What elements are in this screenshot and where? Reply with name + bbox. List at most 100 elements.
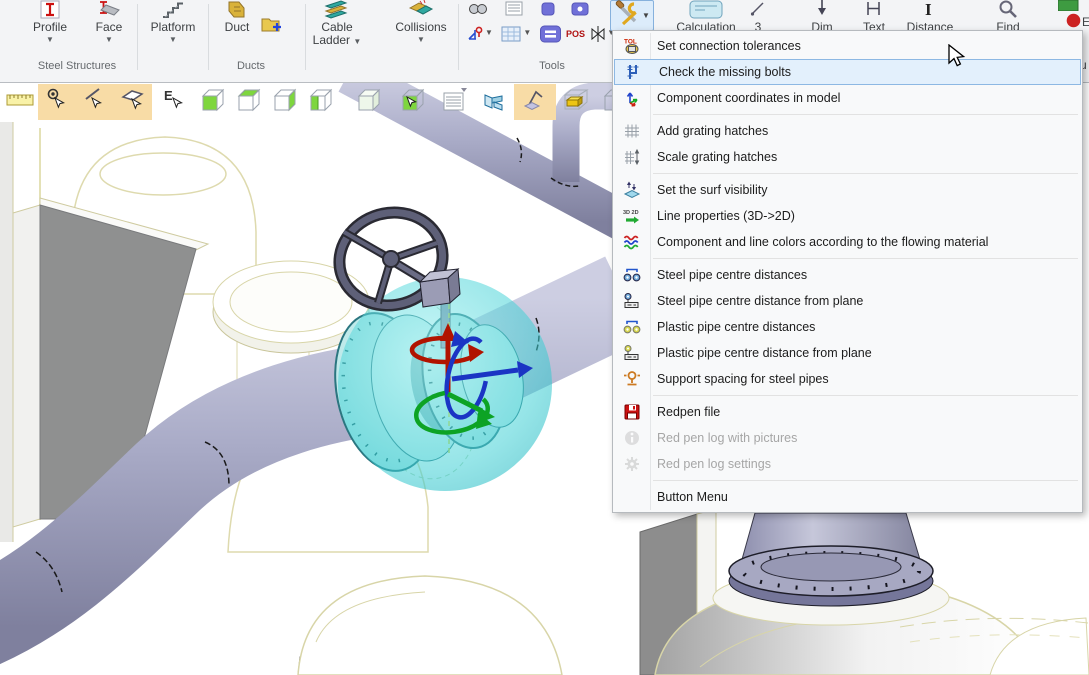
redpen-settings-icon [613,455,650,473]
menu-item-label: Redpen file [650,405,720,419]
svg-text:I: I [925,0,932,18]
menu-item-label: Component coordinates in model [650,91,840,105]
menu-item-label: Steel pipe centre distance from plane [650,294,863,308]
chevron-down-icon[interactable]: ▼ [523,28,531,37]
dim-button[interactable]: Dim [800,0,844,34]
cube-left-green-icon [306,86,334,119]
support-spacing-icon [613,370,650,388]
three-button[interactable]: 3 [748,0,768,34]
distance-button[interactable]: I Distance [900,0,960,34]
red-circle-icon[interactable] [1066,13,1081,31]
menu-item[interactable]: TOLSet connection tolerances [613,33,1082,59]
blue-part2-icon[interactable] [571,0,589,17]
steel-centre-icon [613,266,650,284]
duct-add-button[interactable] [258,14,284,36]
menu-item[interactable]: Component coordinates in model [613,85,1082,111]
cube-pale-button[interactable] [350,84,386,120]
menu-item-label: Support spacing for steel pipes [650,372,829,386]
find-button[interactable]: Find [980,0,1036,34]
menu-separator [613,392,1082,399]
menu-item[interactable]: Component and line colors according to t… [613,229,1082,255]
select-face-icon [119,86,147,119]
chevron-down-icon: ▼ [18,36,82,44]
duct-label: Duct [214,21,260,34]
ribbon-separator [458,4,459,70]
cable-ladder-label-2: Ladder ▼ [303,34,371,47]
menu-item[interactable]: Check the missing bolts [614,59,1081,85]
svg-text:POS: POS [566,29,585,39]
cube-right-green-button[interactable] [266,84,302,120]
cube-solid-green-button[interactable] [194,84,230,120]
menu-item[interactable]: Set the surf visibility [613,177,1082,203]
box-in-cube-icon [562,86,590,119]
bend-line-button[interactable] [514,84,556,120]
bottom-cylinder-vessel[interactable] [298,576,562,675]
face-label: Face [82,21,136,34]
cable-ladder-button[interactable]: Cable Ladder ▼ [303,0,371,47]
menu-item[interactable]: Support spacing for steel pipes [613,366,1082,392]
cube-top-green-button[interactable] [230,84,266,120]
select-element-button[interactable]: E [156,84,192,120]
list-partial-icon[interactable] [504,0,524,17]
vertical-pipe-flange[interactable] [713,513,949,625]
collisions-button[interactable]: Collisions ▼ [384,0,458,44]
box-in-cube-button[interactable] [558,84,594,120]
select-point-icon [43,86,71,119]
menu-item[interactable]: Steel pipe centre distance from plane [613,288,1082,314]
green-square-icon[interactable] [1058,0,1080,14]
cable-ladder-icon [303,0,371,19]
select-line-icon [81,86,109,119]
menu-separator [613,477,1082,484]
menu-item-label: Add grating hatches [650,124,768,138]
select-point-button[interactable] [38,84,76,120]
steel-profiles-button[interactable] [476,84,512,120]
menu-item-label: Check the missing bolts [652,65,791,79]
text-button[interactable]: Text [850,0,898,34]
steel-profiles-icon [480,86,508,119]
equals-mini-button[interactable] [539,24,562,48]
tools-menu-button-active[interactable]: ▼ [610,0,654,31]
group-label-steel-structures: Steel Structures [22,60,132,72]
menu-item[interactable]: Plastic pipe centre distance from plane [613,340,1082,366]
svg-text:3D 2D: 3D 2D [623,210,639,216]
face-icon [82,0,136,19]
face-button[interactable]: Face ▼ [82,0,136,44]
duct-button[interactable]: Duct [214,0,260,34]
pos-mini-button[interactable]: POS [566,24,606,48]
platform-icon [140,0,206,19]
edge-label-e: E [1082,15,1089,29]
text-glyph-icon: I [900,0,960,19]
menu-item[interactable]: Redpen file [613,399,1082,425]
duct-add-icon [258,14,284,36]
select-line-button[interactable] [76,84,114,120]
cube-cursor-green-button[interactable] [394,84,430,120]
cube-pale-icon [354,86,382,119]
menu-separator [613,170,1082,177]
calculation-button[interactable]: Calculation [660,0,752,34]
menu-item[interactable]: Plastic pipe centre distances [613,314,1082,340]
menu-item[interactable]: 3D 2DLine properties (3D->2D) [613,203,1082,229]
menu-item[interactable]: Button Menu [613,484,1082,510]
menu-item[interactable]: Steel pipe centre distances [613,262,1082,288]
redpen-log-icon [613,429,650,447]
cube-solid-green-icon [198,86,226,119]
blue-part1-icon[interactable] [541,0,555,17]
binoculars-icon[interactable] [468,0,488,17]
menu-item[interactable]: Add grating hatches [613,118,1082,144]
chevron-down-icon[interactable]: ▼ [485,28,493,37]
platform-label: Platform [140,21,206,34]
select-face-button[interactable] [114,84,152,120]
table-mini-button[interactable] [500,24,522,48]
down-arrow-icon [800,0,844,19]
cube-top-green-icon [234,86,262,119]
view-list-button[interactable] [436,84,472,120]
profile-button[interactable]: Profile ▼ [18,0,82,44]
menu-item[interactable]: Scale grating hatches [613,144,1082,170]
platform-button[interactable]: Platform ▼ [140,0,206,44]
cube-left-green-button[interactable] [302,84,338,120]
view-list-icon [440,86,468,119]
duct-icon [214,0,260,19]
support-spacing-mini-button[interactable] [466,24,484,48]
menu-item-label: Set the surf visibility [650,183,767,197]
ruler-button[interactable] [2,84,38,120]
